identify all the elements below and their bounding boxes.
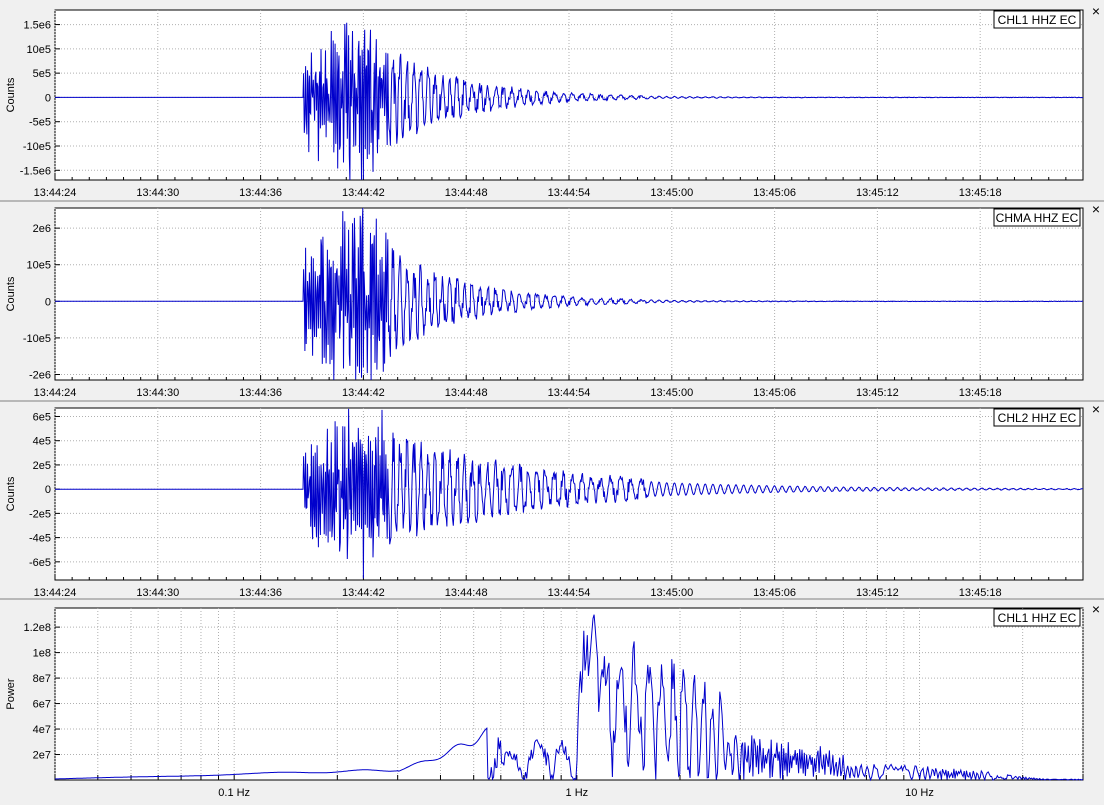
x-tick-label: 13:45:18 <box>959 187 1002 199</box>
close-icon[interactable]: × <box>1092 201 1100 217</box>
y-tick-label: 2e6 <box>33 223 51 235</box>
legend-label: CHL2 HHZ EC <box>998 411 1077 425</box>
x-tick-label: 13:44:54 <box>548 587 591 599</box>
x-tick-label: 13:45:06 <box>753 587 796 599</box>
y-tick-label: -4e5 <box>29 533 51 545</box>
x-tick-label: 13:44:30 <box>136 187 179 199</box>
x-tick-label: 13:45:06 <box>753 187 796 199</box>
y-tick-label: 1.5e6 <box>23 20 51 32</box>
chart-panel-1: 13:44:24 13:44:30 13:44:36 13:44:42 13:44:48… <box>5 3 1100 199</box>
chart-canvas: 13:44:24 13:44:30 13:44:36 13:44:42 13:44:48… <box>0 0 1104 800</box>
x-tick-label: 13:44:30 <box>136 587 179 599</box>
x-tick-label: 13:44:36 <box>239 587 282 599</box>
y-tick-label: 8e7 <box>33 673 51 685</box>
x-tick-label: 10 Hz <box>905 787 934 799</box>
y-tick-label: -10e5 <box>23 141 51 153</box>
x-tick-label: 1 Hz <box>566 787 589 799</box>
x-tick-label: 13:44:48 <box>445 187 488 199</box>
x-tick-label: 13:45:00 <box>650 187 693 199</box>
legend-label: CHMA HHZ EC <box>996 211 1079 225</box>
y-axis-label: Counts <box>5 476 17 511</box>
x-tick-label: 13:44:24 <box>34 187 77 199</box>
x-tick-label: 13:45:06 <box>753 387 796 399</box>
x-tick-label: 13:45:18 <box>959 387 1002 399</box>
chart-panel-2: 13:44:24 13:44:30 13:44:36 13:44:42 13:44:48… <box>0 200 1104 399</box>
y-tick-label: -2e5 <box>29 508 51 520</box>
y-tick-label: 10e5 <box>27 44 51 56</box>
y-tick-label: 1.2e8 <box>23 622 51 634</box>
close-icon[interactable]: × <box>1092 401 1100 417</box>
y-tick-label: -1.5e6 <box>20 165 51 177</box>
y-tick-label: 0 <box>45 92 51 104</box>
legend-label: CHL1 HHZ EC <box>998 611 1077 625</box>
y-tick-label: -2e6 <box>29 370 51 382</box>
y-axis-label: Power <box>5 678 17 710</box>
x-tick-label: 13:44:24 <box>34 387 77 399</box>
x-tick-label: 13:45:18 <box>959 587 1002 599</box>
x-tick-label: 13:44:48 <box>445 587 488 599</box>
x-tick-label: 13:45:12 <box>856 187 899 199</box>
y-tick-label: -6e5 <box>29 557 51 569</box>
x-tick-label: 13:44:30 <box>136 387 179 399</box>
x-tick-label: 13:44:54 <box>548 187 591 199</box>
x-tick-label: 13:44:42 <box>342 587 385 599</box>
y-tick-label: 0 <box>45 296 51 308</box>
x-tick-label: 13:44:42 <box>342 387 385 399</box>
x-tick-label: 0.1 Hz <box>218 787 250 799</box>
x-tick-label: 13:45:00 <box>650 387 693 399</box>
y-tick-label: 2e7 <box>33 750 51 762</box>
y-tick-label: 4e7 <box>33 724 51 736</box>
y-tick-label: 0 <box>45 484 51 496</box>
x-tick-label: 13:45:12 <box>856 387 899 399</box>
close-icon[interactable]: × <box>1092 601 1100 617</box>
y-axis-label: Counts <box>5 77 17 112</box>
chart-panel-4: 0.1 Hz 1 Hz 10 Hz 2e7 4e7 6e7 8e7 1e8 1.2e8 Power… <box>0 598 1104 799</box>
x-tick-label: 13:45:12 <box>856 587 899 599</box>
y-tick-label: 5e5 <box>33 68 51 80</box>
x-tick-label: 13:44:36 <box>239 187 282 199</box>
y-tick-label: 6e5 <box>33 411 51 423</box>
seismogram-viewer: 13:44:24 13:44:30 13:44:36 13:44:42 13:44:48… <box>0 0 1104 805</box>
x-tick-label: 13:44:42 <box>342 187 385 199</box>
x-tick-label: 13:44:36 <box>239 387 282 399</box>
y-tick-label: 10e5 <box>27 260 51 272</box>
y-tick-label: 4e5 <box>33 436 51 448</box>
x-tick-label: 13:45:00 <box>650 587 693 599</box>
close-icon[interactable]: × <box>1092 3 1100 19</box>
y-tick-label: -10e5 <box>23 333 51 345</box>
x-tick-label: 13:44:24 <box>34 587 77 599</box>
x-tick-label: 13:44:48 <box>445 387 488 399</box>
y-axis-label: Counts <box>5 276 17 311</box>
x-tick-label: 13:44:54 <box>548 387 591 399</box>
y-tick-label: 1e8 <box>33 648 51 660</box>
y-tick-label: 6e7 <box>33 699 51 711</box>
legend-label: CHL1 HHZ EC <box>998 13 1077 27</box>
y-tick-label: 2e5 <box>33 460 51 472</box>
plot-area <box>54 207 1084 381</box>
chart-panel-3: 13:44:24 13:44:30 13:44:36 13:44:42 13:44:48… <box>0 400 1104 599</box>
y-tick-label: -5e5 <box>29 117 51 129</box>
